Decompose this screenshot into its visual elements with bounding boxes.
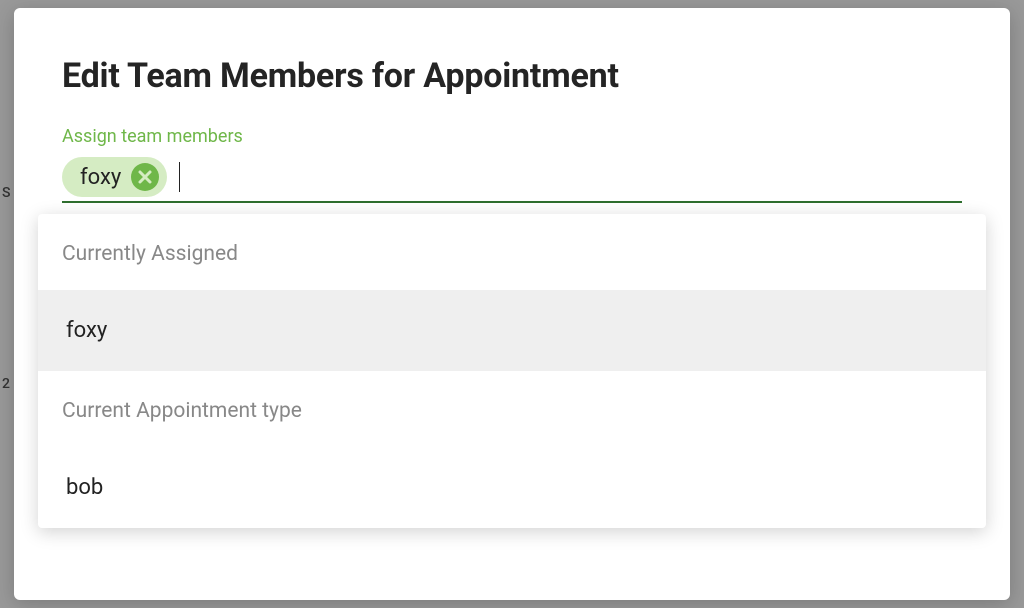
assign-field-label: Assign team members (62, 126, 962, 147)
group-header-appointment-type: Current Appointment type (38, 371, 986, 447)
background-number: 2 (2, 376, 10, 392)
background-letter: S (2, 185, 10, 201)
chip-label: foxy (80, 165, 121, 190)
close-icon (137, 169, 153, 185)
option-assigned-member[interactable]: foxy (38, 290, 986, 371)
option-appointment-member[interactable]: bob (38, 447, 986, 528)
background-peek: S 2 (0, 0, 14, 608)
group-header-assigned: Currently Assigned (38, 214, 986, 290)
remove-chip-button[interactable] (131, 163, 159, 191)
text-cursor (179, 162, 180, 192)
team-member-input[interactable]: foxy (62, 157, 962, 203)
modal-title: Edit Team Members for Appointment (62, 56, 962, 96)
member-dropdown: Currently Assigned foxy Current Appointm… (38, 214, 986, 528)
selected-member-chip: foxy (62, 157, 167, 197)
